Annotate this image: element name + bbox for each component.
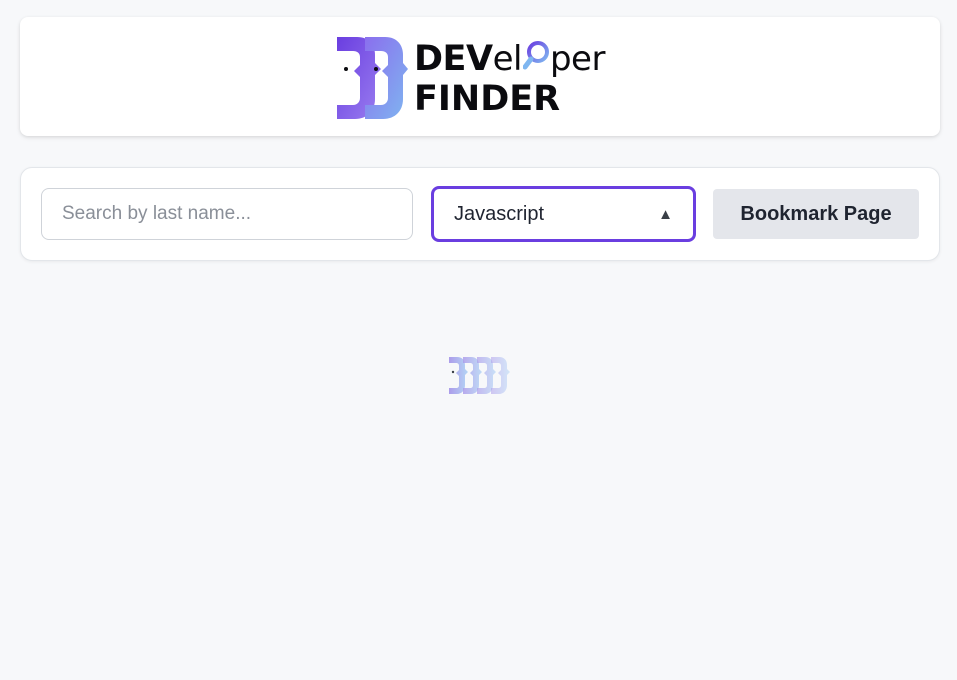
logo-per-text: per — [549, 38, 605, 79]
logo-dev-text: DEV — [414, 38, 493, 79]
filter-toolbar: Javascript ▲ Bookmark Page — [20, 167, 940, 261]
site-logo[interactable]: DEV el per FINDER — [335, 37, 635, 119]
caret-up-icon: ▲ — [658, 205, 673, 223]
magnifier-icon — [522, 40, 549, 69]
developer-faces-icon — [337, 37, 408, 119]
bookmark-page-button[interactable]: Bookmark Page — [713, 189, 919, 239]
header-card: DEV el per FINDER — [20, 17, 940, 136]
logo-finder-text: FINDER — [414, 78, 561, 119]
loading-faces-icon — [449, 357, 510, 394]
search-input[interactable] — [41, 188, 413, 240]
language-select[interactable]: Javascript ▲ — [431, 186, 696, 242]
language-select-value: Javascript — [454, 202, 545, 225]
logo-el-text: el — [492, 38, 523, 79]
